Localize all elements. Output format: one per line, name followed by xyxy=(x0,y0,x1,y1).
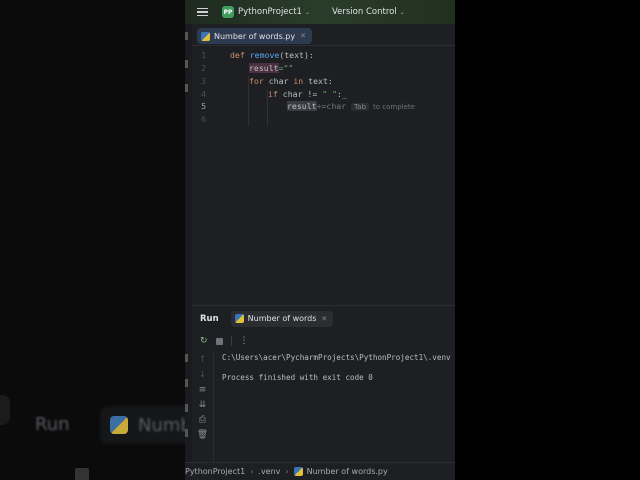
blurred-stop-icon xyxy=(75,468,89,480)
code-line: result="" xyxy=(249,63,293,73)
run-title: Run xyxy=(200,313,219,324)
line-number: 2 xyxy=(201,63,206,73)
tool-icon[interactable] xyxy=(185,354,188,362)
python-file-icon xyxy=(293,467,303,476)
run-tab-label: Number of words xyxy=(247,314,317,323)
run-side-toolbar: ↑ ↓ ≡ ⇊ ⎙ 🗑 xyxy=(192,351,214,463)
run-tab[interactable]: Number of words ✕ xyxy=(230,310,334,327)
string-literal: " " xyxy=(322,89,338,99)
code-text: :_ xyxy=(337,89,347,99)
chevron-right-icon: › xyxy=(285,467,289,476)
trash-icon[interactable]: 🗑 xyxy=(197,430,208,441)
tool-icon[interactable] xyxy=(185,84,188,92)
chevron-down-icon: ⌄ xyxy=(304,8,310,16)
keyword: if xyxy=(268,89,278,99)
python-file-icon xyxy=(201,31,210,41)
breadcrumb-project[interactable]: PythonProject1 xyxy=(185,467,245,476)
inline-completion: +=char xyxy=(316,101,347,111)
code-text: char != xyxy=(277,89,323,99)
version-control-menu[interactable]: Version Control xyxy=(332,7,397,17)
divider xyxy=(230,336,232,346)
rerun-icon[interactable]: ↻ xyxy=(200,336,208,346)
code-line: def remove(text): xyxy=(230,50,314,60)
blurred-run-label: Run xyxy=(35,414,70,435)
title-bar: PP PythonProject1 ⌄ Version Control ⌄ xyxy=(185,0,455,24)
editor-tab-number-of-words[interactable]: Number of words.py ✕ xyxy=(197,28,312,44)
tool-icon[interactable] xyxy=(185,429,188,437)
console-line: C:\Users\acer\PycharmProjects\PythonProj… xyxy=(222,353,451,362)
more-options-icon[interactable]: ⋮ xyxy=(240,336,249,346)
soft-wrap-icon[interactable]: ≡ xyxy=(199,385,207,396)
arrow-down-icon[interactable]: ↓ xyxy=(199,370,207,381)
close-icon[interactable]: ✕ xyxy=(300,32,306,40)
tool-window-strip xyxy=(185,24,192,462)
blurred-panel-edge xyxy=(0,395,10,425)
blurred-python-icon xyxy=(110,416,128,434)
tab-key-hint: Tab xyxy=(351,103,370,111)
code-text: text: xyxy=(303,76,333,86)
code-line-current: result+=char Tab to complete xyxy=(287,101,415,111)
tab-label: Number of words.py xyxy=(214,31,296,41)
tool-icon[interactable] xyxy=(185,379,188,387)
run-toolbar: ↻ ⋮ xyxy=(192,331,455,351)
breadcrumb-venv[interactable]: .venv xyxy=(258,467,280,476)
keyword: in xyxy=(293,76,304,86)
variable-highlight: result xyxy=(287,101,317,111)
run-panel: Run Number of words ✕ ↻ ⋮ ↑ ↓ ≡ ⇊ ⎙ 🗑 C:… xyxy=(192,305,455,463)
function-name: remove xyxy=(249,50,280,60)
chevron-down-icon: ⌄ xyxy=(399,8,405,16)
console-output[interactable]: C:\Users\acer\PycharmProjects\PythonProj… xyxy=(222,353,451,382)
tool-icon[interactable] xyxy=(185,32,188,40)
blurred-background: Run Numb xyxy=(0,0,185,480)
line-number: 5 xyxy=(201,101,206,111)
project-selector[interactable]: PythonProject1 xyxy=(238,7,302,17)
variable-highlight: result xyxy=(249,63,279,73)
completion-hint: to complete xyxy=(373,103,415,111)
print-icon[interactable]: ⎙ xyxy=(199,415,206,426)
console-line: Process finished with exit code 0 xyxy=(222,373,373,382)
line-number: 6 xyxy=(201,114,206,124)
chevron-right-icon: › xyxy=(250,467,254,476)
project-badge: PP xyxy=(222,6,234,18)
keyword: def xyxy=(230,50,245,60)
scroll-to-end-icon[interactable]: ⇊ xyxy=(199,400,207,411)
editor-tabs: Number of words.py ✕ xyxy=(192,24,455,46)
keyword: for xyxy=(249,76,264,86)
run-panel-header: Run Number of words ✕ xyxy=(192,306,455,331)
code-line: if char != " ":_ xyxy=(268,89,347,99)
line-number: 3 xyxy=(201,76,206,86)
pycharm-window: PP PythonProject1 ⌄ Version Control ⌄ Nu… xyxy=(185,0,455,480)
close-icon[interactable]: ✕ xyxy=(321,315,327,323)
blurred-tab-label: Numb xyxy=(138,415,185,436)
code-text: ="" xyxy=(278,63,294,73)
line-number: 4 xyxy=(201,89,206,99)
code-text: char xyxy=(263,76,294,86)
arrow-up-icon[interactable]: ↑ xyxy=(199,355,207,366)
code-text: (text): xyxy=(279,50,314,60)
main-menu-icon[interactable] xyxy=(197,8,208,16)
tool-icon[interactable] xyxy=(185,404,188,412)
breadcrumb-file[interactable]: Number of words.py xyxy=(307,467,388,476)
line-number: 1 xyxy=(201,50,206,60)
tool-icon[interactable] xyxy=(185,60,188,68)
stop-icon[interactable] xyxy=(215,337,223,345)
breadcrumb: PythonProject1 › .venv › Number of words… xyxy=(185,462,455,480)
code-editor[interactable]: 1 2 3 4 5 6 def remove(text): result="" … xyxy=(192,46,455,302)
code-line: for char in text: xyxy=(249,76,333,86)
python-icon xyxy=(234,314,244,323)
